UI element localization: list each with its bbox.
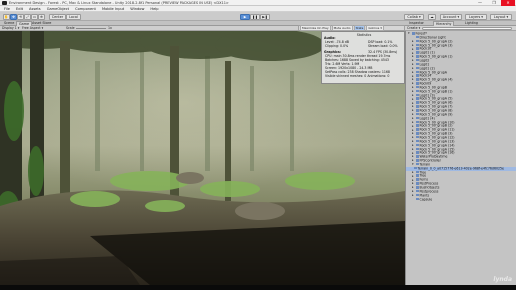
gameobject-icon	[416, 62, 419, 66]
gameobject-icon	[416, 109, 419, 112]
gameobject-icon	[416, 120, 419, 124]
account-dropdown[interactable]: Account ▾	[440, 13, 462, 20]
cloud-icon[interactable]: ☁	[428, 13, 436, 20]
gameobject-icon	[412, 32, 415, 35]
menu-gameobject[interactable]: GameObject	[47, 7, 69, 11]
gameobject-icon	[416, 143, 419, 147]
brand-watermark: lynda	[493, 276, 512, 283]
gameobject-icon	[416, 178, 419, 181]
hierarchy-search-input[interactable]	[422, 27, 512, 30]
scale-slider[interactable]	[76, 28, 106, 29]
menu-assets[interactable]: Assets	[29, 7, 41, 11]
gameobject-icon	[416, 170, 419, 174]
gameobject-icon	[416, 197, 419, 201]
gameobject-icon	[416, 97, 419, 100]
hand-tool-button[interactable]: ✋	[3, 13, 10, 20]
gameobject-icon	[416, 78, 419, 81]
hierarchy-item-label: Terrain_0_0_a0715776-e613-402e-968f-e4fc…	[417, 166, 505, 170]
gameobject-icon	[416, 128, 419, 131]
stream-load: Stream load: 0.0%	[368, 44, 398, 48]
gameobject-icon	[416, 159, 419, 162]
gameobject-icon	[416, 139, 419, 143]
bottom-strip	[0, 285, 516, 290]
pivot-local-toggle[interactable]: Local	[66, 13, 81, 20]
gameobject-icon	[416, 47, 419, 50]
gameobject-icon	[416, 66, 419, 70]
menu-help[interactable]: Help	[150, 7, 158, 11]
gameobject-icon	[416, 132, 419, 135]
collab-dropdown[interactable]: Collab ▾	[404, 13, 424, 20]
gameobject-icon	[416, 82, 419, 85]
gameobject-icon	[416, 51, 419, 54]
gameobject-icon	[416, 70, 419, 73]
gameobject-icon	[416, 58, 419, 62]
gameobject-icon	[416, 85, 419, 89]
hierarchy-item[interactable]: Capsule	[412, 196, 433, 202]
menu-mobile-input[interactable]: Mobile Input	[102, 7, 124, 11]
gameobject-icon	[416, 74, 419, 77]
menu-window[interactable]: Window	[130, 7, 144, 11]
skinned-readout: Visible skinned meshes: 0 Animations: 0	[325, 74, 390, 78]
gameobject-icon	[416, 55, 419, 58]
unity-logo-icon	[2, 1, 7, 5]
layout-dropdown[interactable]: Layout ▾	[490, 13, 512, 20]
gameobject-icon	[416, 193, 419, 197]
gameobject-icon	[416, 89, 419, 93]
gameobject-icon	[416, 155, 419, 158]
audio-clipping: Clipping: 0.0%	[325, 44, 349, 48]
gameobject-icon	[416, 135, 419, 139]
pivot-center-toggle[interactable]: Center	[49, 13, 66, 20]
gameobject-icon	[414, 166, 417, 170]
rect-tool-button[interactable]: ▭	[31, 13, 38, 20]
menu-file[interactable]: File	[4, 7, 10, 11]
gameobject-icon	[416, 186, 419, 189]
menu-edit[interactable]: Edit	[16, 7, 23, 11]
hierarchy-panel: ▾ Forest* Directional Light ▸ Rock 5_00_grup…	[405, 31, 516, 285]
gameobject-icon	[416, 124, 419, 127]
transform-tool-button[interactable]: ⊕	[38, 13, 45, 20]
gameobject-icon	[416, 189, 419, 193]
rotate-tool-button[interactable]: ⟲	[17, 13, 24, 20]
gameobject-icon	[416, 101, 419, 104]
hierarchy-item-label: Capsule	[419, 196, 433, 201]
pause-button[interactable]: ❚❚	[250, 13, 260, 20]
gameobject-icon	[416, 174, 419, 177]
gameobject-icon	[416, 43, 419, 47]
statistics-panel: Statistics Audio: Level: -74.8 dB DSP lo…	[321, 31, 405, 84]
gameobject-icon	[416, 105, 419, 108]
step-button[interactable]: ▶❚	[260, 13, 270, 20]
gameobject-icon	[416, 182, 419, 185]
gameobject-icon	[416, 116, 419, 120]
gameobject-icon	[416, 147, 419, 150]
gameobject-icon	[416, 93, 419, 97]
main-toolbar: ✋ ✥ ⟲ ⤢ ▭ ⊕ Center Local ▶ ❚❚ ▶❚ Collab …	[0, 12, 516, 21]
scale-tool-button[interactable]: ⤢	[24, 13, 31, 20]
move-tool-button[interactable]: ✥	[10, 13, 17, 20]
gameobject-icon	[416, 35, 419, 39]
gameobject-icon	[416, 112, 419, 116]
menu-component[interactable]: Component	[75, 7, 96, 11]
gameobject-icon	[416, 151, 419, 154]
play-button[interactable]: ▶	[240, 13, 250, 20]
layers-dropdown[interactable]: Layers ▾	[465, 13, 487, 20]
gameobject-icon	[416, 39, 419, 43]
